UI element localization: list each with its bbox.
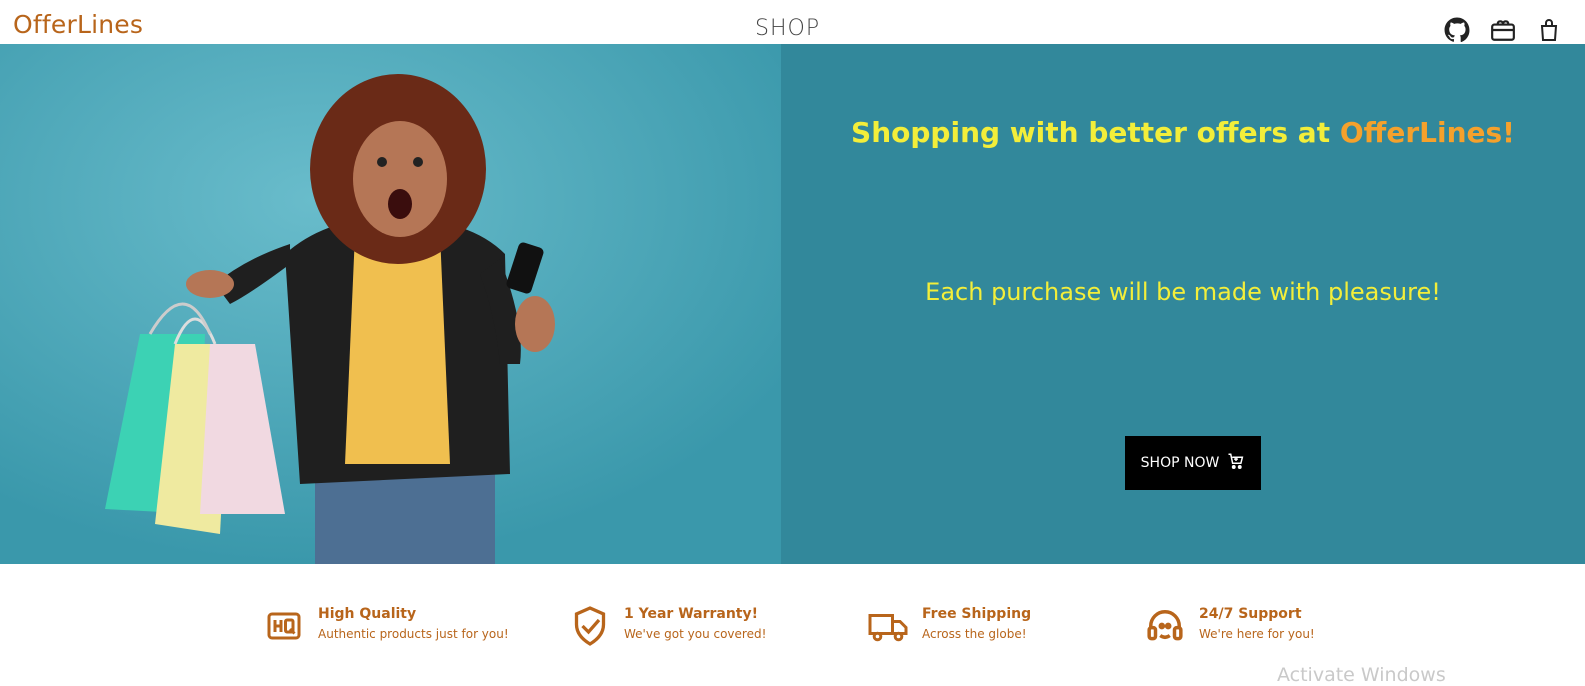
headline-text: Shopping with better offers at: [851, 116, 1340, 149]
nav-icon-group: [1443, 16, 1563, 44]
shop-nav-link[interactable]: SHOP: [755, 16, 820, 41]
feature-subtitle: We've got you covered!: [624, 627, 767, 641]
feature-support: 24/7 Support We're here for you!: [1145, 604, 1315, 648]
hero-subline: Each purchase will be made with pleasure…: [925, 278, 1441, 306]
hq-icon: [264, 604, 304, 648]
headset-icon: [1145, 604, 1185, 648]
feature-text: 24/7 Support We're here for you!: [1199, 604, 1315, 641]
github-icon[interactable]: [1443, 16, 1471, 44]
brand-logo-link[interactable]: OfferLines: [13, 10, 143, 39]
feature-text: Free Shipping Across the globe!: [922, 604, 1031, 641]
feature-warranty: 1 Year Warranty! We've got you covered!: [570, 604, 766, 648]
hero-banner: Shopping with better offers at OfferLine…: [0, 44, 1585, 564]
shop-now-label: SHOP NOW: [1140, 455, 1220, 471]
feature-subtitle: Authentic products just for you!: [318, 627, 509, 641]
feature-title: High Quality: [318, 606, 417, 622]
headline-brand: OfferLines!: [1339, 116, 1515, 149]
feature-text: 1 Year Warranty! We've got you covered!: [624, 604, 766, 641]
feature-text: High Quality Authentic products just for…: [318, 604, 509, 641]
hero-text-panel: Shopping with better offers at OfferLine…: [781, 44, 1585, 564]
feature-high-quality: High Quality Authentic products just for…: [264, 604, 509, 648]
feature-free-shipping: Free Shipping Across the globe!: [868, 604, 1031, 648]
shop-now-button[interactable]: SHOP NOW: [1125, 436, 1261, 490]
truck-icon: [868, 604, 908, 648]
feature-subtitle: Across the globe!: [922, 627, 1027, 641]
navbar: OfferLines SHOP: [0, 0, 1585, 44]
feature-subtitle: We're here for you!: [1199, 627, 1315, 641]
cart-icon: [1227, 452, 1245, 474]
shopping-bag-icon[interactable]: [1535, 16, 1563, 44]
activate-windows-watermark: Activate Windows: [1277, 664, 1446, 686]
hero-shopper-image: [0, 44, 781, 564]
feature-title: 24/7 Support: [1199, 606, 1302, 622]
shield-check-icon: [570, 604, 610, 648]
feature-title: Free Shipping: [922, 606, 1032, 622]
hero-headline: Shopping with better offers at OfferLine…: [781, 116, 1585, 149]
feature-title: 1 Year Warranty!: [624, 606, 759, 622]
gift-card-icon[interactable]: [1489, 16, 1517, 44]
